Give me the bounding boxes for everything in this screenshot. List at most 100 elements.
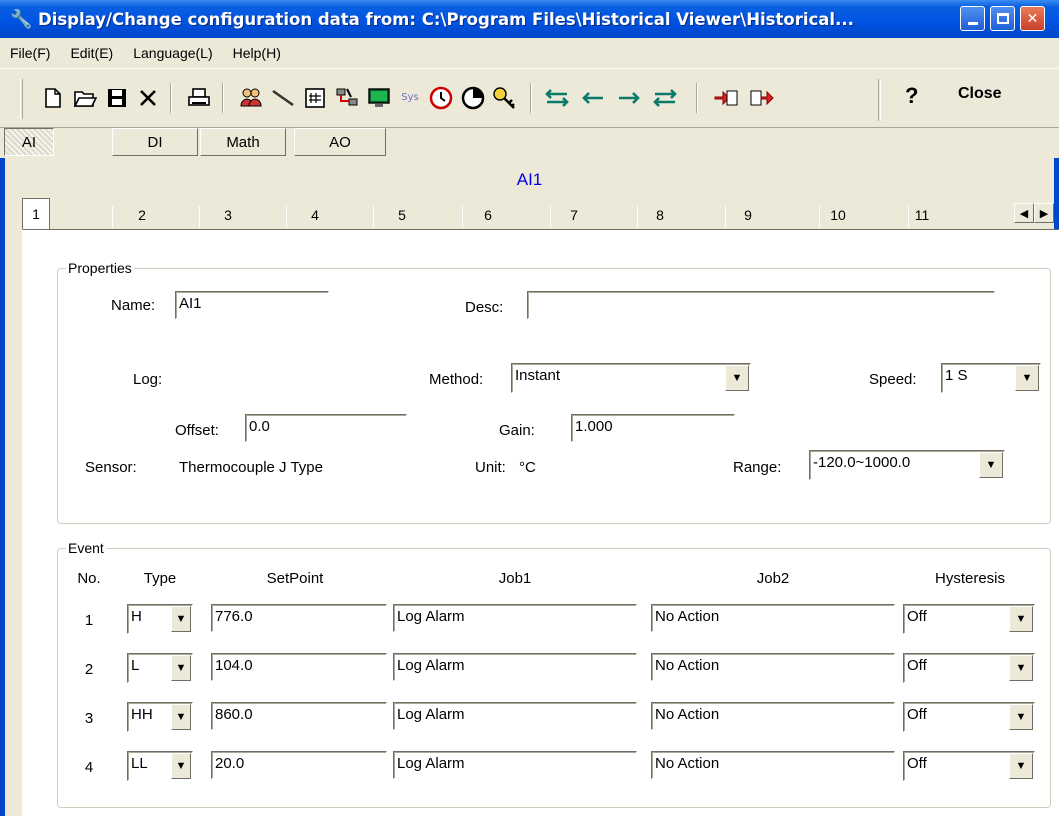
setpoint-input[interactable]: 860.0 — [211, 702, 387, 730]
offset-input[interactable]: 0.0 — [245, 414, 407, 442]
chevron-down-icon[interactable]: ▼ — [171, 753, 191, 779]
job1-input[interactable]: Log Alarm — [393, 653, 637, 681]
job1-input[interactable]: Log Alarm — [393, 702, 637, 730]
event-type-select[interactable]: L ▼ — [127, 653, 193, 683]
sys-icon[interactable]: Sys — [395, 83, 425, 113]
move-right-icon[interactable] — [614, 83, 644, 113]
speed-select[interactable]: 1 S ▼ — [941, 363, 1041, 393]
calculator-icon[interactable] — [300, 83, 330, 113]
move-left-icon[interactable] — [578, 83, 608, 113]
event-legend: Event — [68, 540, 104, 556]
monitor-icon[interactable] — [364, 83, 394, 113]
menu-file[interactable]: File(F) — [0, 45, 62, 61]
tab-channel-4[interactable]: 4 — [285, 200, 345, 230]
tab-channel-1[interactable]: 1 — [22, 198, 50, 230]
tab-channel-10[interactable]: 10 — [808, 200, 868, 230]
unit-value: °C — [519, 459, 536, 476]
import-icon[interactable] — [710, 83, 742, 113]
tab-scroll-right-button[interactable]: ▶ — [1034, 203, 1054, 223]
chevron-down-icon[interactable]: ▼ — [171, 655, 191, 681]
event-type-value: H — [131, 608, 142, 625]
job2-input[interactable]: No Action — [651, 702, 895, 730]
setpoint-input[interactable]: 20.0 — [211, 751, 387, 779]
event-row-number: 4 — [84, 759, 94, 776]
timer-icon[interactable] — [458, 83, 488, 113]
help-button[interactable]: ? — [905, 83, 918, 109]
close-button[interactable]: Close — [958, 85, 1002, 103]
name-input[interactable]: AI1 — [175, 291, 329, 319]
menu-bar: File(F) Edit(E) Language(L) Help(H) — [0, 38, 1059, 68]
menu-edit[interactable]: Edit(E) — [62, 45, 125, 61]
chevron-down-icon[interactable]: ▼ — [1009, 704, 1033, 730]
open-folder-icon[interactable] — [70, 83, 100, 113]
tab-channel-6[interactable]: 6 — [458, 200, 518, 230]
chevron-down-icon[interactable]: ▼ — [1009, 606, 1033, 632]
chevron-down-icon[interactable]: ▼ — [171, 606, 191, 632]
log-label: Log: — [133, 371, 163, 388]
wrench-icon: 🔧 — [10, 8, 33, 29]
chevron-down-icon[interactable]: ▼ — [725, 365, 749, 391]
chevron-down-icon[interactable]: ▼ — [171, 704, 191, 730]
chevron-down-icon[interactable]: ▼ — [1009, 753, 1033, 779]
print-icon[interactable] — [184, 83, 214, 113]
key-icon[interactable] — [490, 83, 520, 113]
move-first-icon[interactable] — [542, 83, 572, 113]
job2-input[interactable]: No Action — [651, 751, 895, 779]
chevron-down-icon[interactable]: ▼ — [979, 452, 1003, 478]
tab-channel-9[interactable]: 9 — [718, 200, 778, 230]
clock-icon[interactable] — [426, 83, 456, 113]
desc-input[interactable] — [527, 291, 995, 319]
draw-line-icon[interactable] — [268, 83, 298, 113]
hysteresis-select[interactable]: Off ▼ — [903, 604, 1035, 634]
chevron-down-icon[interactable]: ▼ — [1015, 365, 1039, 391]
tab-channel-8[interactable]: 8 — [630, 200, 690, 230]
tab-di[interactable]: DI — [112, 128, 198, 156]
tab-ao[interactable]: AO — [294, 128, 386, 156]
new-file-icon[interactable] — [38, 83, 68, 113]
hysteresis-select[interactable]: Off ▼ — [903, 702, 1035, 732]
event-type-value: L — [131, 657, 140, 674]
range-select[interactable]: -120.0~1000.0 ▼ — [809, 450, 1005, 480]
speed-value: 1 S — [945, 367, 968, 384]
close-window-button[interactable]: ✕ — [1020, 6, 1045, 31]
event-type-select[interactable]: HH ▼ — [127, 702, 193, 732]
menu-help[interactable]: Help(H) — [225, 45, 293, 61]
job2-input[interactable]: No Action — [651, 653, 895, 681]
save-icon[interactable] — [102, 83, 132, 113]
tab-channel-11[interactable]: 11 — [892, 200, 952, 230]
tab-ai[interactable]: AI — [4, 128, 54, 156]
tab-scroll-left-button[interactable]: ◀ — [1014, 203, 1034, 223]
gain-input[interactable]: 1.000 — [571, 414, 735, 442]
tab-channel-2[interactable]: 2 — [112, 200, 172, 230]
job1-input[interactable]: Log Alarm — [393, 751, 637, 779]
triangle-right-icon: ▶ — [1039, 207, 1049, 220]
menu-language[interactable]: Language(L) — [125, 45, 224, 61]
tab-channel-7[interactable]: 7 — [544, 200, 604, 230]
chevron-down-icon[interactable]: ▼ — [1009, 655, 1033, 681]
tab-separator — [725, 206, 726, 228]
tab-separator — [550, 206, 551, 228]
tab-channel-5[interactable]: 5 — [372, 200, 432, 230]
job1-input[interactable]: Log Alarm — [393, 604, 637, 632]
toolbar: Sys ? Close — [0, 68, 1059, 128]
tab-channel-3[interactable]: 3 — [198, 200, 258, 230]
tab-math[interactable]: Math — [200, 128, 286, 156]
users-icon[interactable] — [236, 83, 266, 113]
hysteresis-value: Off — [907, 608, 927, 625]
desc-label: Desc: — [465, 299, 504, 316]
event-type-select[interactable]: H ▼ — [127, 604, 193, 634]
hysteresis-select[interactable]: Off ▼ — [903, 653, 1035, 683]
maximize-button[interactable] — [990, 6, 1015, 31]
tab-separator — [199, 206, 200, 228]
hysteresis-select[interactable]: Off ▼ — [903, 751, 1035, 781]
event-type-select[interactable]: LL ▼ — [127, 751, 193, 781]
export-icon[interactable] — [746, 83, 778, 113]
delete-icon[interactable] — [134, 83, 162, 113]
minimize-button[interactable] — [960, 6, 985, 31]
setpoint-input[interactable]: 104.0 — [211, 653, 387, 681]
setpoint-input[interactable]: 776.0 — [211, 604, 387, 632]
move-last-icon[interactable] — [650, 83, 680, 113]
method-select[interactable]: Instant ▼ — [511, 363, 751, 393]
network-icon[interactable] — [332, 83, 362, 113]
job2-input[interactable]: No Action — [651, 604, 895, 632]
